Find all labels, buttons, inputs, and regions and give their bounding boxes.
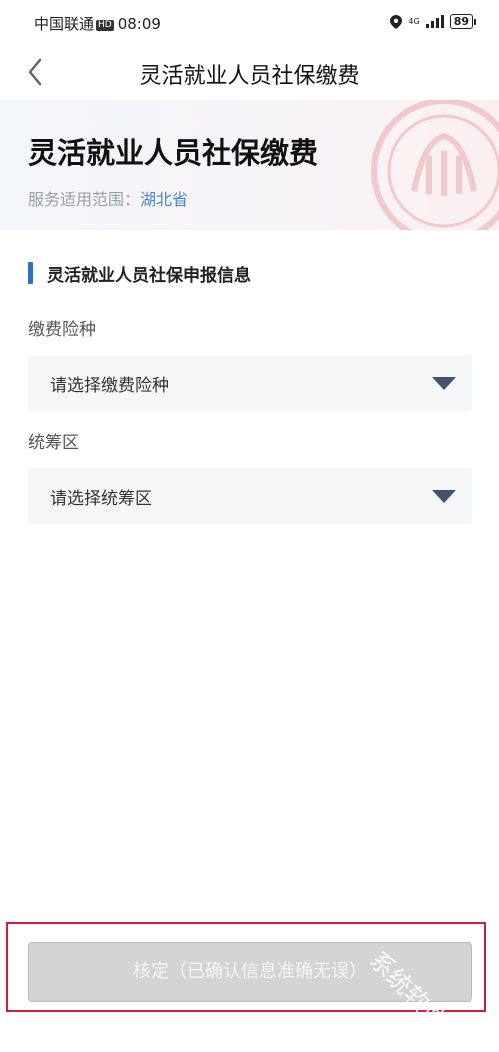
- region-placeholder: 请选择统筹区: [50, 489, 152, 509]
- region-label: 统筹区: [28, 433, 79, 453]
- caret-down-icon: [432, 490, 456, 503]
- region-select[interactable]: 请选择统筹区: [28, 468, 472, 524]
- caret-down-icon: [432, 377, 456, 390]
- status-indicators: 4G 89: [390, 14, 477, 29]
- nav-bar: 灵活就业人员社保缴费: [0, 46, 499, 100]
- clock: 08:09: [117, 15, 161, 33]
- section-title: 灵活就业人员社保申报信息: [47, 266, 251, 286]
- service-banner: 灵活就业人员社保缴费 服务适用范围：湖北省: [0, 100, 499, 230]
- page-title: 灵活就业人员社保缴费: [139, 64, 360, 89]
- location-icon: [390, 14, 403, 29]
- section-accent-bar: [28, 262, 33, 284]
- confirm-button[interactable]: 核定（已确认信息准确无误）: [28, 942, 472, 1002]
- scope-label: 服务适用范围：: [28, 190, 141, 209]
- service-scope: 服务适用范围：湖北省: [28, 186, 188, 210]
- hd-badge: HD: [96, 20, 114, 31]
- status-bar: 中国联通 HD 08:09 4G 89: [0, 0, 499, 46]
- insurance-type-label: 缴费险种: [28, 320, 96, 340]
- carrier-info: 中国联通 HD 08:09: [34, 13, 161, 34]
- scope-value: 湖北省: [140, 190, 189, 209]
- carrier-name: 中国联通: [34, 15, 95, 33]
- emblem-watermark-icon: [371, 100, 499, 230]
- signal-icon: [425, 15, 444, 28]
- service-title: 灵活就业人员社保缴费: [28, 136, 319, 170]
- battery-indicator: 89: [449, 14, 477, 29]
- network-type: 4G: [408, 16, 420, 26]
- insurance-type-placeholder: 请选择缴费险种: [50, 376, 169, 396]
- insurance-type-select[interactable]: 请选择缴费险种: [28, 355, 472, 411]
